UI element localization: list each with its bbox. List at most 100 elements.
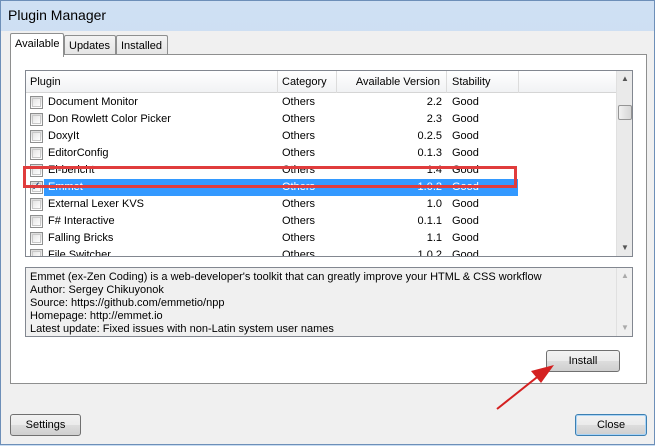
row-checkbox[interactable]: [30, 113, 43, 126]
checkbox-inner: [32, 251, 41, 256]
description-summary: Emmet (ex-Zen Coding) is a web-developer…: [30, 271, 542, 283]
check-icon: ✓: [31, 179, 42, 193]
column-header-plugin[interactable]: Plugin: [26, 71, 278, 93]
install-button[interactable]: Install: [546, 350, 620, 372]
title-bar[interactable]: Plugin Manager: [1, 1, 654, 31]
close-button[interactable]: Close: [575, 414, 647, 436]
scroll-down-icon[interactable]: ▼: [617, 240, 632, 256]
plugin-stability: Good: [452, 249, 479, 257]
row-checkbox[interactable]: ✓: [30, 179, 43, 194]
description-scroll-up-icon[interactable]: ▲: [617, 268, 633, 284]
plugin-version: 1.0.2: [417, 181, 442, 193]
plugin-version: 1.4: [426, 164, 442, 176]
plugin-stability: Good: [452, 147, 479, 159]
column-header-category-label: Category: [282, 76, 327, 88]
row-checkbox[interactable]: [30, 164, 43, 177]
tab-updates-label: Updates: [69, 40, 110, 52]
row-checkbox[interactable]: [30, 198, 43, 211]
plugin-name: Ei-bericht: [48, 164, 95, 176]
table-row[interactable]: EditorConfig Others 0.1.3 Good: [26, 145, 616, 162]
plugin-version: 0.2.5: [417, 130, 442, 142]
plugin-name: Document Monitor: [48, 96, 138, 108]
plugin-stability: Good: [452, 130, 479, 142]
scroll-thumb[interactable]: [618, 105, 632, 120]
plugin-description: Emmet (ex-Zen Coding) is a web-developer…: [25, 267, 633, 337]
row-checkbox[interactable]: [30, 232, 43, 245]
row-checkbox[interactable]: [30, 96, 43, 109]
row-checkbox[interactable]: [30, 147, 43, 160]
plugin-stability: Good: [452, 215, 479, 227]
plugin-name: File Switcher: [48, 249, 111, 257]
plugin-version: 0.1.3: [417, 147, 442, 159]
plugin-category: Others: [282, 181, 316, 193]
settings-button[interactable]: Settings: [10, 414, 81, 436]
plugin-category: Others: [282, 164, 316, 176]
description-author: Author: Sergey Chikuyonok: [30, 284, 164, 296]
plugin-stability: Good: [452, 96, 479, 108]
available-tab-panel: Plugin Category Available Version Stabil…: [10, 54, 647, 384]
list-header: Plugin Category Available Version Stabil…: [26, 71, 616, 93]
plugin-version: 1.1: [426, 232, 442, 244]
plugin-stability: Good: [452, 198, 479, 210]
plugin-name: EditorConfig: [48, 147, 109, 159]
column-header-stability-label: Stability: [452, 76, 491, 88]
plugin-category: Others: [282, 232, 316, 244]
plugin-name: DoxyIt: [48, 130, 80, 142]
plugin-version: 1.0.2: [417, 249, 442, 257]
column-header-plugin-label: Plugin: [30, 76, 61, 88]
scroll-up-icon[interactable]: ▲: [617, 71, 632, 87]
plugin-name: External Lexer KVS: [48, 198, 144, 210]
plugin-name: Falling Bricks: [48, 232, 114, 244]
column-header-version-label: Available Version: [355, 76, 440, 88]
window-client-area: Available Updates Installed Plugin Categ…: [1, 31, 654, 444]
plugin-category: Others: [282, 215, 316, 227]
tab-available[interactable]: Available: [10, 33, 64, 57]
list-vertical-scrollbar[interactable]: ▲ ▼: [616, 71, 632, 256]
description-scroll-down-icon[interactable]: ▼: [617, 320, 633, 336]
plugin-category: Others: [282, 130, 316, 142]
table-row[interactable]: File Switcher Others 1.0.2 Good: [26, 247, 616, 257]
plugin-stability: Good: [452, 181, 479, 193]
table-row[interactable]: Don Rowlett Color Picker Others 2.3 Good: [26, 111, 616, 128]
column-header-version[interactable]: Available Version: [337, 71, 447, 93]
checkbox-inner: [32, 149, 41, 158]
plugin-version: 0.1.1: [417, 215, 442, 227]
column-header-stability[interactable]: Stability: [447, 71, 519, 93]
plugin-version: 2.2: [426, 96, 442, 108]
description-source: Source: https://github.com/emmetio/npp: [30, 297, 225, 309]
table-row[interactable]: Document Monitor Others 2.2 Good: [26, 94, 616, 111]
tab-available-label: Available: [15, 38, 60, 50]
plugin-version: 2.3: [426, 113, 442, 125]
plugin-category: Others: [282, 96, 316, 108]
table-row[interactable]: Falling Bricks Others 1.1 Good: [26, 230, 616, 247]
plugin-category: Others: [282, 198, 316, 210]
checkbox-inner: [32, 132, 41, 141]
plugin-name: Don Rowlett Color Picker: [48, 113, 171, 125]
plugin-manager-window: Plugin Manager Available Updates Install…: [0, 0, 655, 445]
checkbox-inner: [32, 166, 41, 175]
checkbox-inner: [32, 115, 41, 124]
description-latest-update: Latest update: Fixed issues with non-Lat…: [30, 323, 334, 335]
plugin-category: Others: [282, 147, 316, 159]
description-vertical-scrollbar[interactable]: ▲ ▼: [616, 268, 632, 336]
table-row[interactable]: Ei-bericht Others 1.4 Good: [26, 162, 616, 179]
row-checkbox[interactable]: [30, 215, 43, 228]
plugin-stability: Good: [452, 113, 479, 125]
column-header-category[interactable]: Category: [278, 71, 337, 93]
row-checkbox[interactable]: [30, 130, 43, 143]
table-row[interactable]: DoxyIt Others 0.2.5 Good: [26, 128, 616, 145]
plugin-category: Others: [282, 249, 316, 257]
row-checkbox[interactable]: [30, 249, 43, 256]
plugin-list[interactable]: Plugin Category Available Version Stabil…: [25, 70, 633, 257]
row-selection-highlight: [44, 179, 518, 196]
plugin-category: Others: [282, 113, 316, 125]
checkbox-inner: [32, 234, 41, 243]
plugin-stability: Good: [452, 232, 479, 244]
table-row[interactable]: F# Interactive Others 0.1.1 Good: [26, 213, 616, 230]
table-row[interactable]: ✓ Emmet Others 1.0.2 Good: [26, 179, 616, 196]
plugin-stability: Good: [452, 164, 479, 176]
description-homepage: Homepage: http://emmet.io: [30, 310, 163, 322]
plugin-name: F# Interactive: [48, 215, 115, 227]
plugin-version: 1.0: [426, 198, 442, 210]
table-row[interactable]: External Lexer KVS Others 1.0 Good: [26, 196, 616, 213]
